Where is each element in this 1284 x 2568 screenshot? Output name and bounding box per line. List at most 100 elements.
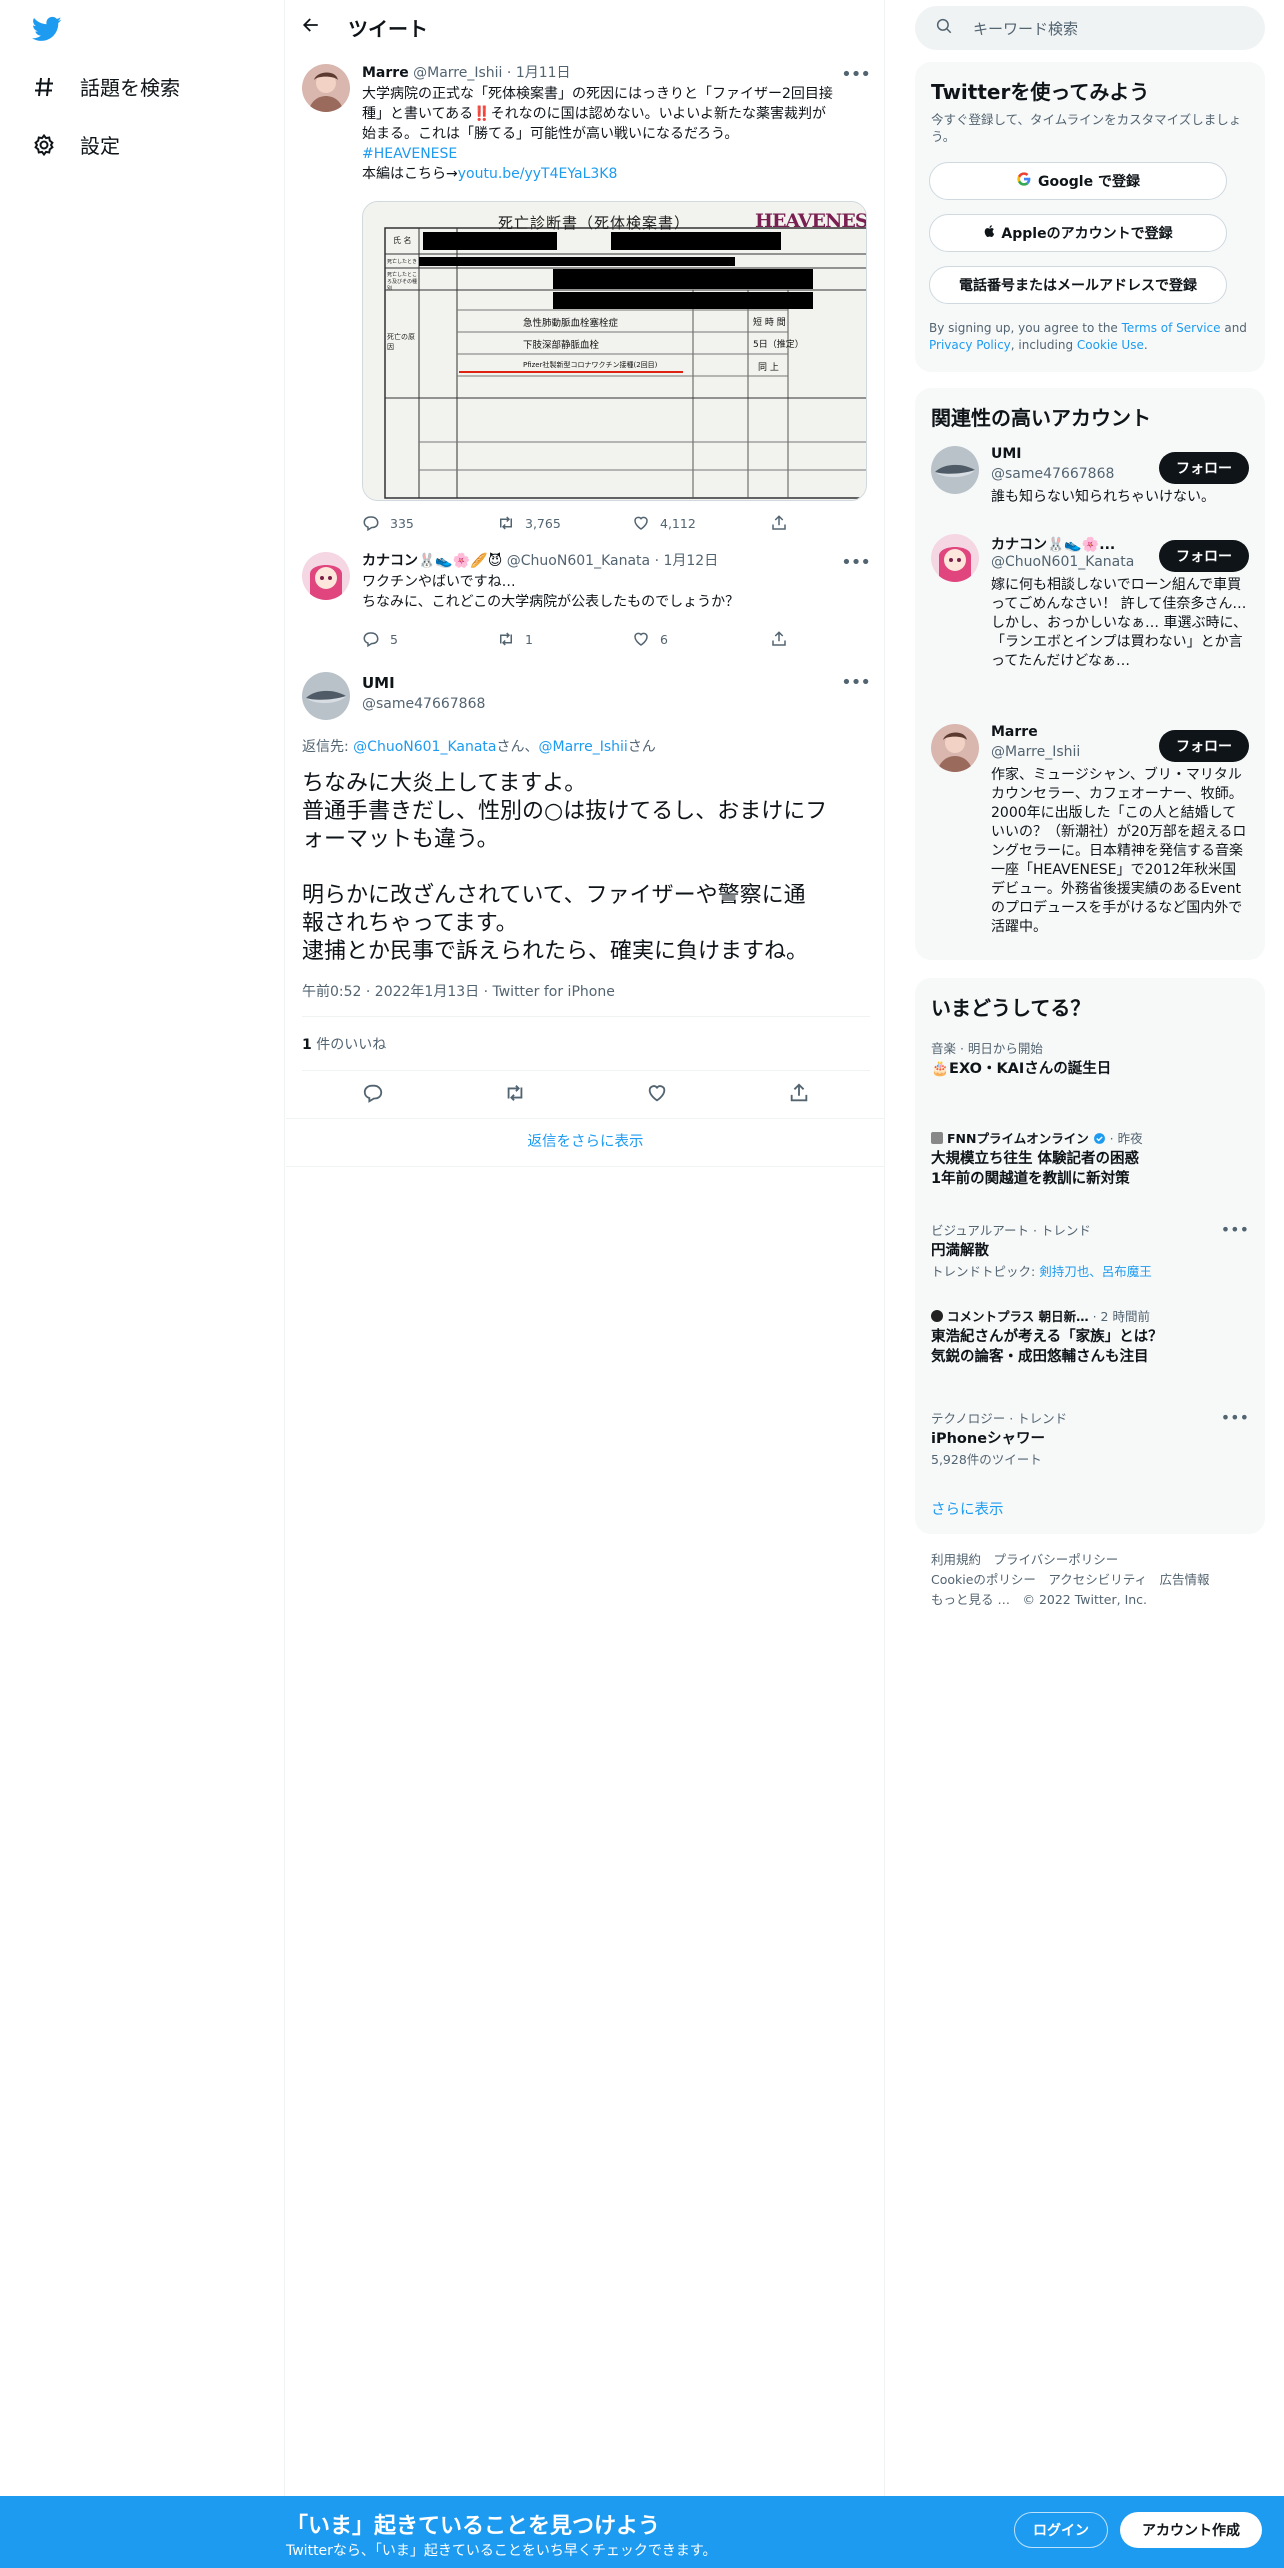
show-more-replies[interactable]: 返信をさらに表示 [286, 1130, 885, 1151]
likes-count: 1 [302, 1037, 312, 1053]
reply-to-link[interactable]: @Marre_Ishii [539, 739, 628, 755]
trend-item[interactable]: 音楽 · 明日から開始 🎂EXO・KAIさんの誕生日 [931, 1038, 1249, 1079]
tweet-actions: 5 1 6 [362, 630, 798, 648]
account-item[interactable]: Marre @Marre_Ishii 作家、ミュージシャン、ブリ・マリタルカウン… [931, 724, 1249, 954]
cookie-link[interactable]: Cookie Use [1077, 338, 1144, 352]
retweet-button[interactable]: 1 [497, 630, 632, 648]
reply-count: 335 [390, 515, 414, 531]
retweet-count: 3,765 [525, 515, 561, 531]
nav-explore[interactable]: 話題を検索 [30, 72, 180, 101]
nav-settings[interactable]: 設定 [30, 130, 120, 159]
account-handle[interactable]: @ChuoN601_Kanata [991, 554, 1134, 570]
reply-button[interactable]: 335 [362, 514, 497, 532]
avatar[interactable] [931, 534, 979, 582]
share-button[interactable] [770, 630, 798, 648]
apple-signup-label: Appleのアカウントで登録 [1001, 226, 1173, 242]
gear-icon [30, 131, 58, 159]
account-item[interactable]: カナコン🐰👟🌸... @ChuoN601_Kanata 嫁に何も相談しないでロー… [931, 534, 1249, 710]
reply-button[interactable]: 5 [362, 630, 497, 648]
heart-icon [634, 632, 648, 646]
google-signup-button[interactable]: Google で登録 [929, 162, 1227, 200]
youtube-link[interactable]: youtu.be/yyT4EYaL3K8 [458, 166, 618, 182]
like-button[interactable]: 4,112 [632, 514, 770, 532]
tweet-image[interactable]: 死亡診断書（死体検案書） HEAVENESE 氏 名 死亡したとき 死亡したとこ… [362, 201, 867, 501]
retweet-button[interactable]: 3,765 [497, 514, 632, 532]
tweet-text-line: ちなみに、これどこの大学病院が公表したものでしょうか？ [362, 594, 740, 610]
bottom-signup-bar: 「いま」起きていることを見つけよう Twitterなら、「いま」起きていることを… [0, 2496, 1284, 2568]
reply-to-link[interactable]: @ChuoN601_Kanata [353, 739, 496, 755]
display-name[interactable]: UMI [362, 674, 395, 692]
display-name[interactable]: Marre [362, 65, 409, 81]
phone-signup-button[interactable]: 電話番号またはメールアドレスで登録 [929, 266, 1227, 304]
account-name[interactable]: Marre [991, 724, 1038, 740]
tweet-date[interactable]: 1月12日 [663, 553, 718, 569]
related-title: 関連性の高いアカウント [931, 406, 1151, 430]
retweet-button[interactable] [444, 1082, 586, 1104]
login-button[interactable]: ログイン [1014, 2512, 1108, 2548]
tweet-kanakon[interactable]: カナコン🐰👟🌸🥖😈 @ChuoN601_Kanata · 1月12日 ••• ワ… [302, 552, 871, 652]
signup-button[interactable]: アカウント作成 [1120, 2512, 1262, 2548]
follow-button[interactable]: フォロー [1159, 452, 1249, 484]
trends-show-more[interactable]: さらに表示 [931, 1498, 1004, 1519]
more-icon[interactable]: ••• [1221, 1220, 1249, 1239]
share-button[interactable] [728, 1082, 870, 1104]
more-icon[interactable]: ••• [841, 672, 871, 693]
divider [286, 1118, 885, 1119]
like-button[interactable]: 6 [632, 630, 770, 648]
doc-cause-1: 急性肺動脈血栓塞栓症 [523, 318, 619, 329]
display-name[interactable]: カナコン🐰👟🌸🥖😈 [362, 553, 502, 569]
user-handle[interactable]: @Marre_Ishii [413, 65, 502, 81]
account-name[interactable]: UMI [991, 446, 1022, 462]
bottom-bar-subtitle: Twitterなら、「いま」起きていることをいち早くチェックできます。 [286, 2543, 717, 2559]
share-button[interactable] [770, 514, 798, 532]
account-item[interactable]: UMI @same47667868 誰も知らない知られちゃいけない。 フォロー [931, 446, 1249, 516]
footer-line[interactable]: Cookieのポリシー アクセシビリティ 広告情報 [931, 1570, 1261, 1590]
trend-item[interactable]: ビジュアルアート · トレンド 円満解散 トレンドトピック: 剣持刀也、呂布魔王… [931, 1220, 1249, 1280]
footer-line[interactable]: もっと見る … © 2022 Twitter, Inc. [931, 1590, 1261, 1610]
tweet-body: カナコン🐰👟🌸🥖😈 @ChuoN601_Kanata · 1月12日 ••• ワ… [362, 552, 871, 612]
tweet-text-line: ちなみに大炎上してますよ。 [302, 771, 587, 796]
avatar[interactable] [931, 724, 979, 772]
follow-button[interactable]: フォロー [1159, 540, 1249, 572]
signup-card: Twitterを使ってみよう 今すぐ登録して、タイムラインをカスタマイズしましょ… [915, 62, 1265, 372]
more-icon[interactable]: ••• [1221, 1408, 1249, 1427]
account-handle[interactable]: @same47667868 [991, 466, 1114, 482]
follow-button[interactable]: フォロー [1159, 730, 1249, 762]
reply-button[interactable] [302, 1082, 444, 1104]
likes-summary[interactable]: 1 件のいいね [302, 1034, 870, 1054]
avatar[interactable] [931, 446, 979, 494]
user-handle[interactable]: @same47667868 [362, 696, 485, 712]
footer-line[interactable]: 利用規約 プライバシーポリシー [931, 1550, 1261, 1570]
doc-title: 死亡診断書（死体検案書） [498, 214, 691, 232]
trend-title: 東浩紀さんが考える「家族」とは？ 気鋭の論客・成田悠輔さんも注目 [931, 1329, 1178, 1365]
back-arrow-icon[interactable] [302, 15, 322, 39]
avatar[interactable] [302, 672, 350, 720]
heart-icon [648, 1085, 666, 1102]
privacy-link[interactable]: Privacy Policy [929, 338, 1011, 352]
search-input[interactable]: キーワード検索 [915, 6, 1265, 50]
hashtag-link[interactable]: #HEAVENESE [362, 146, 457, 162]
doc-label: 死亡したとき [387, 259, 418, 265]
account-handle[interactable]: @Marre_Ishii [991, 744, 1080, 760]
more-icon[interactable]: ••• [841, 64, 871, 85]
user-handle[interactable]: @ChuoN601_Kanata [507, 553, 650, 569]
avatar[interactable] [302, 64, 350, 112]
account-name[interactable]: カナコン🐰👟🌸... [991, 534, 1115, 554]
twitter-logo-icon[interactable] [30, 14, 64, 44]
more-icon[interactable]: ••• [841, 552, 871, 573]
trend-topic-links[interactable]: 剣持刀也、呂布魔王 [1039, 1264, 1152, 1279]
like-button[interactable] [586, 1082, 728, 1104]
terms-link[interactable]: Terms of Service [1122, 321, 1221, 335]
doc-label: 死亡の原因 [387, 333, 415, 351]
tweet-timestamp[interactable]: 午前0:52 · 2022年1月13日 · Twitter for iPhone [302, 981, 870, 1001]
tweet-date[interactable]: 1月11日 [516, 65, 571, 81]
avatar[interactable] [302, 552, 350, 600]
trend-item[interactable]: テクノロジー · トレンド iPhoneシャワー 5,928件のツイート ••• [931, 1408, 1249, 1468]
focus-actions [302, 1082, 870, 1104]
tweet-marre[interactable]: Marre @Marre_Ishii · 1月11日 ••• 大学病院の正式な「… [302, 64, 871, 544]
tweet-text-line: 報されちゃってます。 [302, 911, 518, 936]
trend-item[interactable]: FNNプライムオンライン · 昨夜 大規模立ち往生 体験記者の困惑 1年前の関越… [931, 1128, 1249, 1189]
trend-item[interactable]: コメントプラス 朝日新… · 2 時間前 東浩紀さんが考える「家族」とは？ 気鋭… [931, 1306, 1249, 1367]
account-bio: 誰も知らない知られちゃいけない。 [991, 489, 1215, 505]
apple-signup-button[interactable]: Appleのアカウントで登録 [929, 214, 1227, 252]
